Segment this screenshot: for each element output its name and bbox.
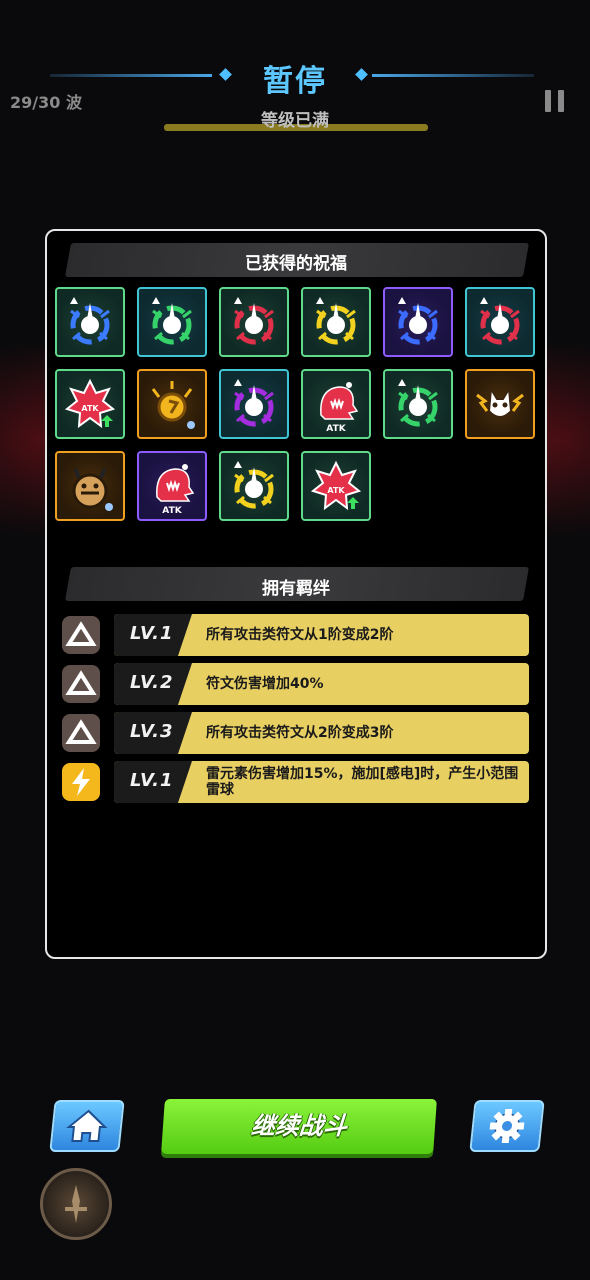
svg-text:ATK: ATK	[81, 404, 99, 413]
blue-rune-icon	[70, 303, 110, 345]
bond-level-tag: LV.1	[114, 761, 192, 803]
blessing-tile[interactable]	[465, 369, 535, 439]
continue-battle-button[interactable]: 继续战斗	[161, 1099, 437, 1154]
gear-icon	[489, 1109, 525, 1143]
settings-button[interactable]	[469, 1100, 545, 1152]
pause-icon[interactable]	[545, 90, 565, 112]
blessing-tile[interactable]	[301, 287, 371, 357]
blessing-tile[interactable]: ATK	[137, 451, 207, 521]
blessings-title: 已获得的祝福	[245, 254, 347, 274]
home-icon	[66, 1109, 108, 1142]
blessing-tile[interactable]	[465, 287, 535, 357]
lightning-bond-icon	[62, 763, 100, 801]
atk-up-badge-icon: ATK	[64, 378, 116, 429]
triangle-bond-icon	[62, 616, 100, 654]
thunder-spirit-icon	[476, 385, 524, 418]
atk-monster-icon: ATK	[320, 382, 359, 434]
red-rune-icon	[480, 303, 520, 345]
svg-text:ATK: ATK	[162, 506, 182, 516]
yellow-rune-icon	[234, 467, 274, 509]
wave-counter: 29/30 波	[10, 93, 82, 112]
skill-orb-button[interactable]	[40, 1168, 112, 1240]
bond-level-tag: LV.1	[114, 614, 192, 656]
green-rune-icon	[398, 385, 438, 427]
triangle-bond-icon	[62, 714, 100, 752]
blessing-tile[interactable]	[137, 369, 207, 439]
level-status: 等级已满	[261, 111, 329, 131]
bond-level-tag: LV.3	[114, 712, 192, 754]
purple-rune-icon	[234, 385, 274, 427]
blessing-tile[interactable]	[383, 369, 453, 439]
home-button[interactable]	[49, 1100, 125, 1152]
blessing-tile[interactable]: ATK	[301, 451, 371, 521]
svg-text:ATK: ATK	[326, 424, 346, 434]
blessing-tile[interactable]	[219, 369, 289, 439]
yellow-rune-icon	[316, 303, 356, 345]
blessing-tile[interactable]: ATK	[301, 369, 371, 439]
blessing-tile[interactable]	[219, 287, 289, 357]
bond-level-tag: LV.2	[114, 663, 192, 705]
blessing-tile[interactable]	[383, 287, 453, 357]
bond-row: LV.2 符文伤害增加40%	[114, 663, 529, 705]
red-rune-icon	[234, 303, 274, 345]
bond-description: 所有攻击类符文从1阶变成2阶	[206, 627, 394, 643]
blessing-tile[interactable]	[55, 451, 125, 521]
thunder-orb-icon	[151, 381, 195, 429]
bond-row: LV.1 雷元素伤害增加15%，施加[感电]时，产生小范围雷球	[114, 761, 529, 803]
blue-rune-icon	[398, 303, 438, 345]
bond-level: LV.2	[130, 672, 174, 693]
atk-monster-icon: ATK	[156, 464, 195, 516]
bond-level: LV.1	[130, 770, 174, 791]
bond-level: LV.3	[130, 721, 174, 742]
horned-beast-icon	[72, 468, 113, 511]
sword-skill-icon	[65, 1185, 87, 1223]
green-rune-icon	[152, 303, 192, 345]
bonds-title: 拥有羁绊	[262, 579, 330, 599]
bond-level: LV.1	[130, 623, 174, 644]
triangle-bond-icon	[62, 665, 100, 703]
blessing-tile[interactable]	[137, 287, 207, 357]
blessing-tile[interactable]	[219, 451, 289, 521]
bond-row: LV.3 所有攻击类符文从2阶变成3阶	[114, 712, 529, 754]
bond-description: 雷元素伤害增加15%，施加[感电]时，产生小范围雷球	[206, 766, 519, 798]
continue-battle-label: 继续战斗	[250, 1112, 349, 1140]
blessing-tile[interactable]: ATK	[55, 369, 125, 439]
bond-row: LV.1 所有攻击类符文从1阶变成2阶	[114, 614, 529, 656]
pause-title: 暂停	[263, 64, 327, 99]
atk-up-badge-icon: ATK	[310, 460, 362, 511]
blessing-tile[interactable]	[55, 287, 125, 357]
bond-description: 所有攻击类符文从2阶变成3阶	[206, 725, 394, 741]
svg-text:ATK: ATK	[327, 486, 345, 495]
bond-description: 符文伤害增加40%	[206, 676, 324, 692]
pause-panel: 已获得的祝福 ATK ATK ATK ATK 拥有羁绊	[45, 229, 547, 959]
